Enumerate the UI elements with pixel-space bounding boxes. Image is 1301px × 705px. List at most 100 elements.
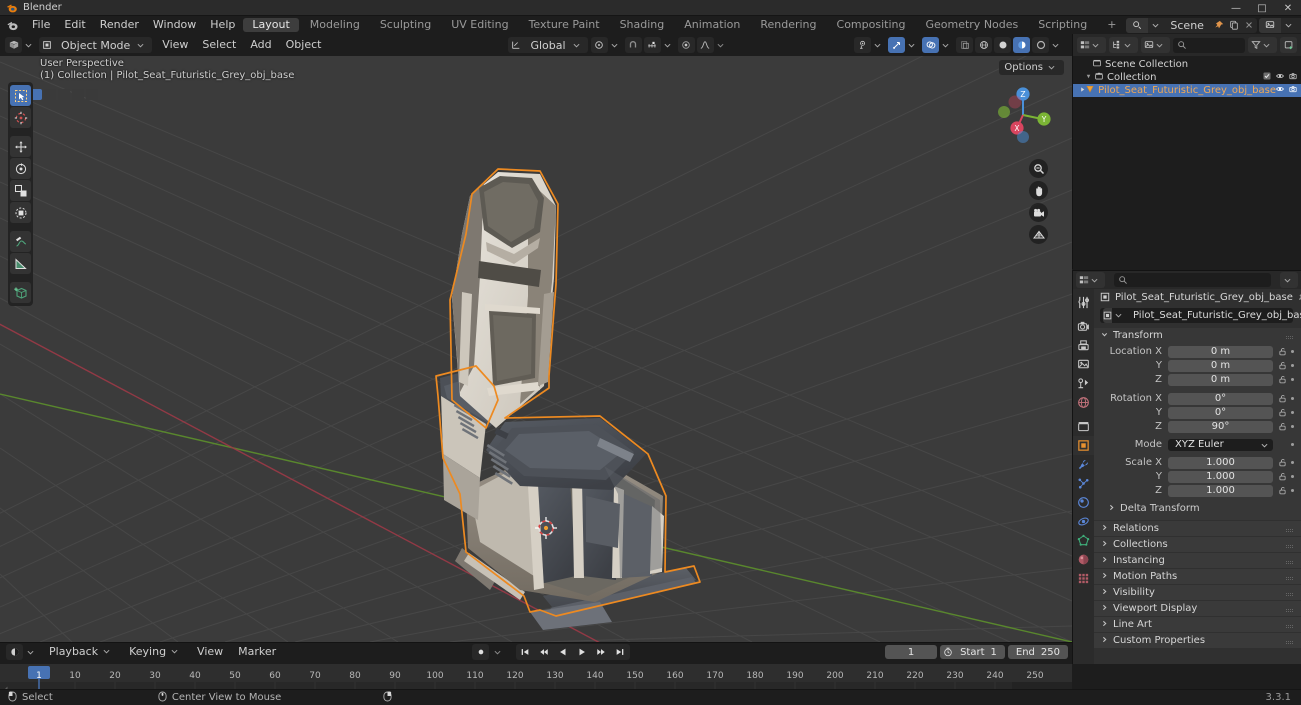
use-preview-range-icon[interactable] (940, 647, 956, 657)
row-rotation-y[interactable]: Y 0° (1094, 406, 1301, 419)
xray-toggle-icon[interactable] (956, 37, 973, 53)
row-rotation-z[interactable]: Z 90° (1094, 420, 1301, 433)
annotate-tool[interactable] (10, 231, 31, 252)
lock-location-y-icon[interactable] (1277, 361, 1287, 370)
cursor-tool[interactable] (10, 107, 31, 128)
workspace-tab-uv-editing[interactable]: UV Editing (442, 18, 517, 32)
field-rotation-mode[interactable]: XYZ Euler (1168, 438, 1273, 451)
transform-orientation-selector[interactable]: Global (508, 37, 588, 53)
auto-keying-chevron-icon[interactable] (493, 644, 505, 660)
lock-scale-y-icon[interactable] (1277, 472, 1287, 481)
properties-body[interactable]: Pilot_Seat_Futuristic_Grey_obj_base Pilo… (1094, 289, 1301, 664)
row-rotation-x[interactable]: Rotation X 0° (1094, 392, 1301, 405)
outliner-editor[interactable]: Scene Collection Collection Pilot_Seat_F… (1072, 34, 1301, 269)
workspace-tab-layout[interactable]: Layout (243, 18, 299, 32)
lock-scale-z-icon[interactable] (1277, 486, 1287, 495)
timeline-menu-playback[interactable]: Playback (42, 643, 121, 661)
field-scale-z[interactable]: 1.000 (1168, 484, 1273, 497)
snap-target-icon[interactable] (643, 37, 661, 53)
lock-rotation-z-icon[interactable] (1277, 422, 1287, 431)
3d-viewport[interactable]: Object Mode View Select Add Object Globa… (0, 34, 1072, 642)
menu-render[interactable]: Render (93, 16, 146, 34)
zoom-icon[interactable] (1029, 159, 1048, 178)
interaction-mode-selector[interactable]: Object Mode (39, 37, 153, 53)
outliner-filter-scene-icon[interactable] (1141, 37, 1170, 53)
camera-view-icon[interactable] (1029, 203, 1048, 222)
workspace-tab-compositing[interactable]: Compositing (828, 18, 915, 32)
outliner-display-mode-icon[interactable] (1109, 37, 1138, 53)
viewport-menu-object[interactable]: Object (279, 36, 329, 54)
snap-pivot-icon[interactable] (590, 37, 608, 53)
panel-viewport-display[interactable]: Viewport Display (1094, 601, 1301, 616)
timeline-editor[interactable]: Playback Keying View Marker 1 Start 1 En… (0, 642, 1072, 664)
scene-selector[interactable]: Scene (1126, 17, 1257, 33)
row-scale-y[interactable]: Y 1.000 (1094, 470, 1301, 483)
properties-options-chevron-icon[interactable] (1280, 272, 1298, 288)
add-workspace-button[interactable]: + (1098, 18, 1125, 32)
panel-collections[interactable]: Collections (1094, 537, 1301, 552)
lock-rotation-y-icon[interactable] (1277, 408, 1287, 417)
field-scale-y[interactable]: 1.000 (1168, 470, 1273, 483)
lock-location-x-icon[interactable] (1277, 347, 1287, 356)
toggle-orthographic-icon[interactable] (1029, 225, 1048, 244)
play-button[interactable] (573, 644, 590, 660)
tab-output[interactable] (1073, 336, 1094, 355)
panel-visibility-header[interactable]: Visibility (1094, 585, 1301, 600)
timeline-type-chevron-icon[interactable] (26, 644, 38, 660)
row-rotation-mode[interactable]: Mode XYZ Euler (1094, 438, 1301, 451)
outliner-row-object[interactable]: Pilot_Seat_Futuristic_Grey_obj_base (1073, 84, 1301, 97)
workspace-tab-geometry-nodes[interactable]: Geometry Nodes (916, 18, 1027, 32)
timeline-menu-marker[interactable]: Marker (231, 643, 283, 661)
animate-scale-z-icon[interactable] (1287, 489, 1297, 492)
pan-hand-icon[interactable] (1029, 181, 1048, 200)
minimize-button[interactable]: — (1223, 0, 1249, 16)
show-overlays-icon[interactable] (922, 37, 939, 53)
add-cube-tool[interactable] (10, 282, 31, 303)
menu-edit[interactable]: Edit (57, 16, 92, 34)
editor-type-icon[interactable] (5, 37, 22, 53)
select-invert-icon[interactable] (72, 89, 84, 100)
field-rotation-x[interactable]: 0° (1168, 392, 1273, 405)
viewport-options-button[interactable]: Options (999, 60, 1064, 75)
shading-rendered-icon[interactable] (1032, 37, 1049, 53)
panel-transform-header[interactable]: Transform (1094, 328, 1301, 343)
properties-editor-type-icon[interactable] (1076, 272, 1105, 288)
panel-transform[interactable]: Transform Location X 0 m Y 0 m Z 0 m Rot… (1094, 328, 1301, 520)
collection-render-camera-icon[interactable] (1289, 72, 1297, 83)
animate-location-x-icon[interactable] (1287, 350, 1297, 353)
collection-expand-icon[interactable] (1085, 72, 1095, 83)
viewport-toolbar[interactable] (8, 82, 33, 306)
timeline-menu-keying[interactable]: Keying (122, 643, 189, 661)
animate-location-z-icon[interactable] (1287, 378, 1297, 381)
tab-object[interactable] (1073, 436, 1094, 455)
tab-view-layer[interactable] (1073, 355, 1094, 374)
snap-chevron-icon[interactable] (663, 37, 675, 53)
tab-material[interactable] (1073, 550, 1094, 569)
workspace-tab-texture-paint[interactable]: Texture Paint (520, 18, 609, 32)
overlays-chevron-icon[interactable] (941, 37, 953, 53)
measure-tool[interactable] (10, 253, 31, 274)
shading-solid-icon[interactable] (994, 37, 1011, 53)
jump-to-end-button[interactable] (611, 644, 628, 660)
menu-help[interactable]: Help (203, 16, 242, 34)
select-extend-icon[interactable] (44, 89, 56, 100)
animate-rotation-mode-icon[interactable] (1287, 443, 1297, 446)
workspace-tab-scripting[interactable]: Scripting (1029, 18, 1096, 32)
end-frame-value[interactable]: 250 (1039, 647, 1068, 658)
workspace-tab-modeling[interactable]: Modeling (301, 18, 369, 32)
auto-keying-toggle[interactable] (472, 644, 489, 660)
visibility-selector-icon[interactable] (854, 37, 871, 53)
panel-motion-paths-header[interactable]: Motion Paths (1094, 569, 1301, 584)
select-subtract-icon[interactable] (58, 89, 70, 100)
row-location-x[interactable]: Location X 0 m (1094, 345, 1301, 358)
row-location-y[interactable]: Y 0 m (1094, 359, 1301, 372)
object-name-field[interactable]: Pilot_Seat_Futuristic_Grey_obj_base (1100, 308, 1301, 323)
shading-chevron-icon[interactable] (1051, 37, 1063, 53)
viewport-canvas[interactable] (0, 56, 1072, 642)
rotate-tool[interactable] (10, 158, 31, 179)
panel-instancing-header[interactable]: Instancing (1094, 553, 1301, 568)
tab-constraint[interactable] (1073, 512, 1094, 531)
timeline-menu-view[interactable]: View (190, 643, 230, 661)
remove-scene-icon[interactable] (1242, 18, 1257, 33)
play-reverse-button[interactable] (554, 644, 571, 660)
